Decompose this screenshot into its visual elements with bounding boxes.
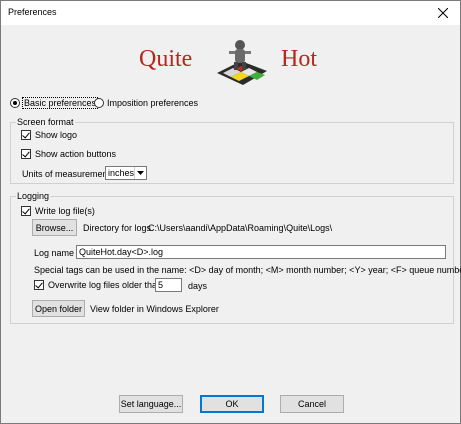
logo-word-right: Hot	[281, 46, 317, 72]
window-title: Preferences	[8, 7, 57, 17]
checkbox-checked-icon	[21, 149, 31, 159]
directory-value: C:\Users\aandi\AppData\Roaming\Quite\Log…	[148, 223, 333, 233]
close-button[interactable]	[426, 1, 460, 25]
quite-hot-logo: Quite Hot	[139, 37, 323, 87]
units-select[interactable]: inches	[105, 166, 147, 180]
tags-help-text: Special tags can be used in the name: <D…	[34, 265, 461, 275]
write-log-checkbox[interactable]: Write log file(s)	[21, 206, 95, 216]
log-name-label: Log name	[34, 248, 75, 258]
basic-preferences-radio[interactable]: Basic preferences	[10, 97, 99, 109]
basic-preferences-label: Basic preferences	[21, 97, 99, 109]
browse-button[interactable]: Browse...	[32, 219, 77, 236]
directory-label: Directory for logs	[83, 223, 152, 233]
checkbox-checked-icon	[21, 130, 31, 140]
show-action-buttons-checkbox[interactable]: Show action buttons	[21, 149, 116, 159]
overwrite-log-label: Overwrite log files older than	[48, 280, 163, 290]
checkbox-checked-icon	[21, 206, 31, 216]
cancel-button[interactable]: Cancel	[280, 395, 344, 413]
open-folder-button[interactable]: Open folder	[32, 300, 85, 317]
show-action-buttons-label: Show action buttons	[35, 149, 117, 159]
radio-selected-icon	[10, 98, 20, 108]
checkbox-checked-icon	[34, 280, 44, 290]
days-label: days	[188, 281, 208, 291]
title-bar: Preferences	[1, 1, 460, 25]
imposition-preferences-label: Imposition preferences	[107, 98, 199, 108]
write-log-label: Write log file(s)	[35, 206, 95, 216]
imposition-preferences-radio[interactable]: Imposition preferences	[94, 98, 198, 108]
radio-unselected-icon	[94, 98, 104, 108]
log-name-input[interactable]: QuiteHot.day<D>.log	[76, 245, 446, 259]
overwrite-days-input[interactable]: 5	[155, 278, 182, 292]
units-label: Units of measurement	[22, 169, 111, 179]
overwrite-log-checkbox[interactable]: Overwrite log files older than	[34, 280, 162, 290]
preferences-window: Preferences Quite Hot Basic preferences …	[0, 0, 461, 424]
ok-button[interactable]: OK	[200, 395, 264, 413]
close-icon	[438, 8, 448, 18]
units-value: inches	[108, 168, 135, 178]
set-language-button[interactable]: Set language...	[119, 395, 183, 413]
open-folder-help-text: View folder in Windows Explorer	[90, 304, 219, 314]
logging-legend: Logging	[16, 191, 51, 201]
screen-format-legend: Screen format	[16, 117, 75, 127]
logo-word-left: Quite	[139, 46, 193, 72]
chevron-down-icon	[134, 167, 146, 179]
show-logo-checkbox[interactable]: Show logo	[21, 130, 77, 140]
logo-figure-icon	[217, 40, 267, 85]
show-logo-label: Show logo	[35, 130, 78, 140]
